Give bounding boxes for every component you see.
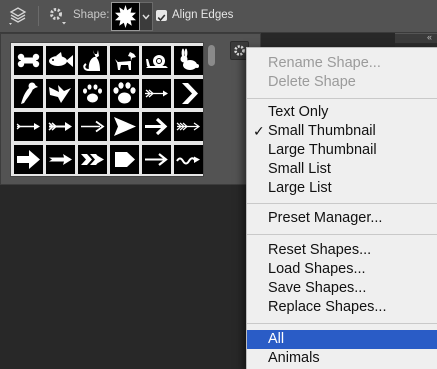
- shape-thumbnail-grid: [10, 42, 204, 177]
- menu-item-large-thumbnail[interactable]: Large Thumbnail: [247, 141, 437, 160]
- menu-item-small-list[interactable]: Small List: [247, 160, 437, 179]
- path-options-gear-icon[interactable]: [47, 5, 67, 25]
- menu-item-text-only[interactable]: Text Only: [247, 103, 437, 122]
- paw-print-large-icon[interactable]: [110, 79, 139, 108]
- arrow-fletched-icon[interactable]: [46, 112, 75, 141]
- arrow-bold-icon[interactable]: [142, 112, 171, 141]
- menu-item-reset-shapes[interactable]: Reset Shapes...: [247, 241, 437, 260]
- collapse-chevrons-icon[interactable]: ‹‹: [427, 32, 432, 42]
- arrow-wedge-icon[interactable]: [110, 112, 139, 141]
- arrow-double-icon[interactable]: [78, 145, 107, 174]
- arrow-block-icon[interactable]: [14, 145, 43, 174]
- menu-item-preset-manager[interactable]: Preset Manager...: [247, 209, 437, 228]
- menu-separator: [247, 234, 437, 235]
- menu-item-save-shapes[interactable]: Save Shapes...: [247, 279, 437, 298]
- menu-item-small-thumbnail[interactable]: ✓ Small Thumbnail: [247, 122, 437, 141]
- shape-picker-menu: Rename Shape... Delete Shape Text Only ✓…: [246, 47, 437, 369]
- tool-preset-picker-icon[interactable]: [8, 5, 28, 25]
- snail-icon[interactable]: [142, 46, 171, 75]
- align-edges-checkbox[interactable]: [156, 10, 167, 22]
- paw-print-icon[interactable]: [78, 79, 107, 108]
- panel-collapse-strip[interactable]: ‹‹: [395, 32, 437, 43]
- menu-item-animals[interactable]: Animals: [247, 349, 437, 368]
- chevron-right-icon[interactable]: [174, 79, 203, 108]
- menu-separator: [247, 203, 437, 204]
- menu-item-all[interactable]: All: [247, 330, 437, 349]
- bird-icon[interactable]: [46, 79, 75, 108]
- arrow-feather-icon[interactable]: [174, 112, 203, 141]
- menu-item-replace-shapes[interactable]: Replace Shapes...: [247, 298, 437, 317]
- shape-picker-panel: [0, 33, 261, 185]
- arrow-pentagon-icon[interactable]: [110, 145, 139, 174]
- checkmark-icon: ✓: [253, 123, 265, 139]
- arrow-thin-icon[interactable]: [14, 112, 43, 141]
- menu-item-delete-shape: Delete Shape: [268, 74, 356, 90]
- bone-icon[interactable]: [14, 46, 43, 75]
- align-edges-label: Align Edges: [172, 9, 234, 21]
- menu-item-large-list[interactable]: Large List: [247, 179, 437, 198]
- shape-preview-swatch[interactable]: [111, 2, 140, 31]
- arrow-long-icon[interactable]: [78, 112, 107, 141]
- menu-separator: [247, 98, 437, 99]
- cat-icon[interactable]: [78, 46, 107, 75]
- dog-icon[interactable]: [110, 46, 139, 75]
- grid-scrollbar-thumb[interactable]: [208, 45, 215, 66]
- options-bar: Shape: Align Edges: [0, 0, 437, 33]
- parrot-icon[interactable]: [14, 79, 43, 108]
- toolbar-divider: [38, 6, 39, 26]
- shape-dropdown-chevron-icon[interactable]: [140, 2, 153, 31]
- menu-item-rename-shape: Rename Shape...: [268, 55, 381, 71]
- fish-icon[interactable]: [46, 46, 75, 75]
- menu-item-load-shapes[interactable]: Load Shapes...: [247, 260, 437, 279]
- rabbit-icon[interactable]: [174, 46, 203, 75]
- arrow-plain-icon[interactable]: [142, 145, 171, 174]
- shape-label: Shape:: [73, 9, 110, 21]
- menu-separator: [247, 323, 437, 324]
- arrow-narrow-icon[interactable]: [46, 145, 75, 174]
- feathered-arrow-icon[interactable]: [142, 79, 171, 108]
- arrow-wavy-icon[interactable]: [174, 145, 203, 174]
